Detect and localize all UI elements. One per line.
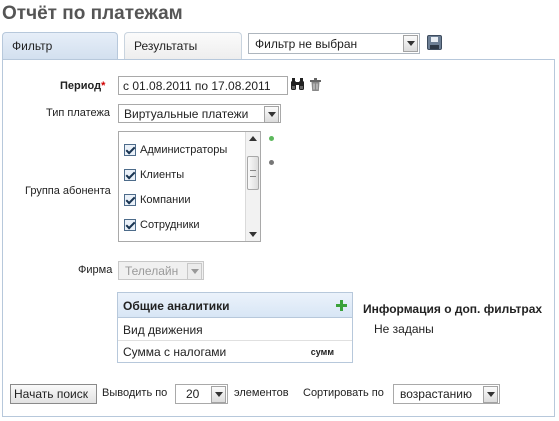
- list-item[interactable]: Сотрудники: [124, 217, 200, 233]
- checkbox[interactable]: [124, 219, 136, 231]
- payment-type-dropdown-button[interactable]: [264, 106, 279, 123]
- analytics-header: Общие аналитики: [118, 293, 352, 318]
- sort-order-dropdown-button[interactable]: [483, 386, 498, 403]
- period-field[interactable]: с 01.08.2011 по 17.08.2011: [118, 76, 288, 95]
- page-title: Отчёт по платежам: [2, 3, 183, 24]
- chevron-down-icon: [486, 392, 495, 397]
- filter-preset-value: Фильтр не выбран: [255, 37, 358, 51]
- list-item-label: Администраторы: [140, 144, 228, 156]
- subscriber-group-label: Группа абонента: [25, 185, 111, 197]
- firm-value: Телелайн: [125, 264, 179, 278]
- page-size-value: 20: [186, 387, 200, 401]
- page-size-select[interactable]: 20: [175, 384, 228, 404]
- chevron-down-icon: [406, 41, 415, 46]
- sort-order-select[interactable]: возрастанию: [393, 384, 500, 404]
- list-item-label: Клиенты: [140, 169, 185, 181]
- list-item-label: Сотрудники: [140, 219, 200, 231]
- deselect-all-dot-icon[interactable]: [269, 160, 274, 165]
- listbox-scrollbar[interactable]: [245, 132, 260, 241]
- analytics-row-label: Сумма с налогами: [123, 345, 227, 359]
- subscriber-group-listbox[interactable]: Администраторы Клиенты Компании Сотрудни…: [118, 131, 261, 242]
- list-item[interactable]: Клиенты: [124, 167, 184, 183]
- extra-filters-value: Не заданы: [374, 322, 434, 336]
- list-item-label: Компании: [140, 194, 191, 206]
- start-search-button[interactable]: Начать поиск: [10, 384, 97, 404]
- checkbox[interactable]: [124, 169, 136, 181]
- analytics-row-label: Вид движения: [123, 323, 203, 337]
- checkbox[interactable]: [124, 194, 136, 206]
- add-icon[interactable]: [336, 300, 347, 311]
- payment-type-select[interactable]: Виртуальные платежи: [118, 104, 281, 123]
- firm-dropdown-button: [187, 263, 202, 280]
- list-item[interactable]: Администраторы: [124, 142, 227, 158]
- binoculars-icon[interactable]: [291, 78, 304, 90]
- extra-filters-title: Информация о доп. фильтрах: [363, 302, 543, 316]
- analytics-header-label: Общие аналитики: [123, 299, 230, 313]
- checkbox[interactable]: [124, 144, 136, 156]
- chevron-down-icon: [190, 269, 199, 274]
- firm-label: Фирма: [78, 264, 113, 276]
- page-size-dropdown-button[interactable]: [211, 386, 226, 403]
- analytics-row-tag: сумм: [310, 347, 334, 357]
- chevron-down-icon: [267, 112, 276, 117]
- tab-filter[interactable]: Фильтр: [2, 32, 118, 59]
- elements-label: элементов: [234, 387, 289, 399]
- tab-results[interactable]: Результаты: [124, 32, 242, 59]
- analytics-row[interactable]: Вид движения: [118, 319, 352, 341]
- select-all-dot-icon[interactable]: [269, 136, 274, 141]
- analytics-row[interactable]: Сумма с налогами сумм: [118, 341, 352, 363]
- save-icon[interactable]: [427, 35, 442, 50]
- period-label: Период*: [60, 80, 106, 92]
- list-item[interactable]: Компании: [124, 192, 191, 208]
- payment-type-label: Тип платежа: [46, 107, 111, 119]
- sort-order-value: возрастанию: [400, 387, 472, 401]
- scrollbar-thumb[interactable]: [247, 156, 259, 190]
- payment-type-value: Виртуальные платежи: [124, 107, 249, 121]
- scroll-down-icon[interactable]: [249, 232, 257, 237]
- filter-preset-select[interactable]: Фильтр не выбран: [248, 33, 420, 54]
- sort-label: Сортировать по: [303, 387, 384, 399]
- analytics-list: Общие аналитики Вид движения Сумма с нал…: [117, 292, 353, 363]
- trash-icon[interactable]: [310, 78, 321, 91]
- show-by-label: Выводить по: [102, 387, 168, 399]
- chevron-down-icon: [214, 392, 223, 397]
- filter-preset-dropdown-button[interactable]: [403, 35, 418, 52]
- scroll-up-icon[interactable]: [249, 136, 257, 141]
- firm-select: Телелайн: [118, 261, 204, 280]
